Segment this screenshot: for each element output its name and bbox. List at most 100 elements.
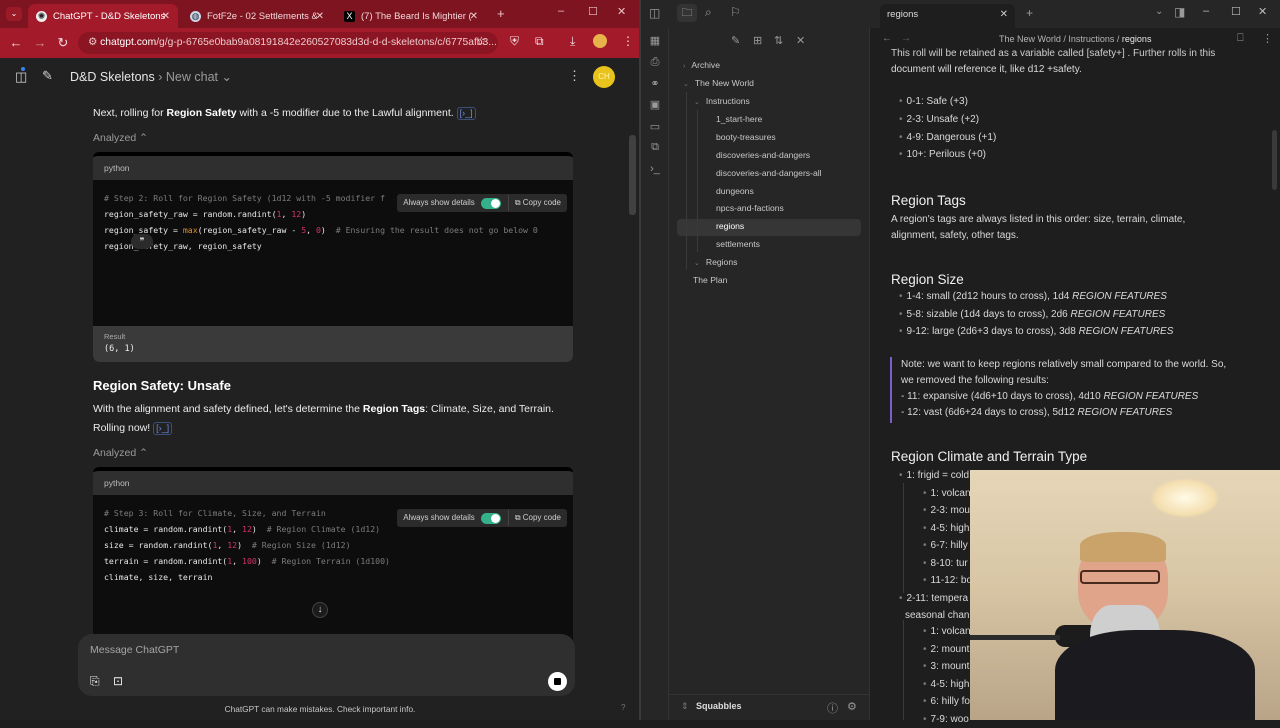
tree-indent-guide xyxy=(686,92,687,270)
tree-folder-instructions[interactable]: ⌄ Instructions xyxy=(694,96,750,106)
tree-file[interactable]: discoveries-and-dangers-all xyxy=(716,168,822,178)
close-window-button[interactable]: ✕ xyxy=(617,5,626,18)
analyzed-toggle[interactable]: Analyzed ⌃ xyxy=(93,132,573,144)
graph-view-icon[interactable]: ⚭ xyxy=(648,77,662,91)
vault-chevrons-icon: ⇕ xyxy=(681,701,689,711)
tree-file[interactable]: discoveries-and-dangers xyxy=(716,150,810,160)
tab-x-twitter[interactable]: X (7) The Beard Is Mightier (@ar ✕ xyxy=(336,4,486,28)
toggle-right-sidebar-icon[interactable]: ◨ xyxy=(1174,5,1185,19)
forward-button[interactable]: → xyxy=(28,35,52,50)
message-composer[interactable]: Message ChatGPT ⎘ ⊡ xyxy=(78,634,575,696)
daily-note-calendar-icon[interactable]: ▭ xyxy=(648,120,662,134)
new-note-icon[interactable]: ✎ xyxy=(731,34,740,47)
new-tab-button[interactable]: + xyxy=(1026,6,1033,20)
mic-boom-arm xyxy=(970,635,1060,640)
tree-folder-regions[interactable]: ⌄ Regions xyxy=(694,257,737,267)
toggle-left-sidebar-icon[interactable]: ◫ xyxy=(649,6,660,20)
profile-avatar[interactable] xyxy=(593,34,607,48)
back-button[interactable]: ← xyxy=(4,35,28,50)
maximize-button[interactable]: ☐ xyxy=(1231,5,1241,18)
scroll-to-bottom-button[interactable]: ↓ xyxy=(312,602,328,618)
bookmark-star-icon[interactable]: ☆ xyxy=(476,34,487,48)
tree-file[interactable]: booty-treasures xyxy=(716,132,776,142)
sort-icon[interactable]: ⇅ xyxy=(774,34,783,47)
tab-regions[interactable]: regions ✕ xyxy=(880,4,1015,28)
more-options-icon[interactable]: ⋮ xyxy=(1262,32,1273,45)
always-show-details-toggle[interactable] xyxy=(480,197,501,209)
tab-fotf2e[interactable]: ◍ FotF2e - 02 Settlements & Citi ✕ xyxy=(182,4,332,28)
close-window-button[interactable]: ✕ xyxy=(1258,5,1267,18)
stop-generating-button[interactable] xyxy=(548,672,567,691)
chat-scrollbar[interactable] xyxy=(629,135,636,215)
tree-folder-archive[interactable]: › Archive xyxy=(683,60,720,70)
x-logo-icon: X xyxy=(344,10,355,22)
tree-file-active[interactable]: regions xyxy=(716,221,744,231)
always-show-details-toggle[interactable] xyxy=(480,512,501,524)
sidebar-toggle-icon[interactable]: ◫ xyxy=(15,69,27,85)
close-tab-icon[interactable]: ✕ xyxy=(1000,4,1008,26)
open-quick-switcher-icon[interactable]: ⎙ xyxy=(648,55,662,69)
tree-file[interactable]: settlements xyxy=(716,239,760,249)
editor-scrollbar[interactable] xyxy=(1272,130,1277,190)
shield-extension-icon[interactable]: ⛨ xyxy=(510,34,519,49)
minimize-button[interactable]: – xyxy=(558,5,564,17)
chat-name[interactable]: New chat xyxy=(166,70,218,84)
list-item: • 1: volcan xyxy=(923,626,971,637)
breadcrumb-item[interactable]: Instructions xyxy=(1068,34,1114,44)
maximize-button[interactable]: ☐ xyxy=(588,5,598,18)
collapse-all-icon[interactable]: ✕ xyxy=(796,34,805,47)
breadcrumb-current[interactable]: regions xyxy=(1122,34,1152,44)
new-chat-icon[interactable]: ✎ xyxy=(42,68,53,84)
new-tab-button[interactable]: + xyxy=(497,6,505,21)
reading-view-book-icon[interactable]: ⎕ xyxy=(1237,32,1244,45)
copy-code-button[interactable]: ⧉ Copy code xyxy=(507,510,561,526)
tab-chatgpt[interactable]: ✺ ChatGPT - D&D Skeletons ✕ xyxy=(28,4,178,28)
doc-text: A region's tags are always listed in thi… xyxy=(891,214,1186,225)
breadcrumb-item[interactable]: The New World xyxy=(999,34,1061,44)
close-tab-icon[interactable]: ✕ xyxy=(470,11,478,22)
site-info-icon[interactable]: ⚙ xyxy=(88,37,100,48)
extensions-puzzle-icon[interactable]: ⧉ xyxy=(535,34,544,49)
settings-gear-icon[interactable]: ⚙ xyxy=(847,700,857,713)
help-button[interactable]: ? xyxy=(621,703,625,712)
analyzed-toggle[interactable]: Analyzed ⌃ xyxy=(93,447,573,459)
tree-folder-the-new-world[interactable]: ⌄ The New World xyxy=(683,78,754,88)
reload-button[interactable]: ↻ xyxy=(51,35,75,51)
view-analysis-icon[interactable]: [›_] xyxy=(153,422,173,435)
command-palette-terminal-icon[interactable]: ›_ xyxy=(648,162,662,176)
canvas-icon[interactable]: ▣ xyxy=(648,98,662,112)
chat-breadcrumb[interactable]: D&D Skeletons › New chat ⌄ xyxy=(70,69,232,84)
bookmarks-icon[interactable]: ⚐ xyxy=(730,5,741,19)
tree-file[interactable]: dungeons xyxy=(716,186,754,196)
tools-briefcase-icon[interactable]: ⊡ xyxy=(113,674,123,688)
quote-button[interactable]: ❞ xyxy=(131,234,153,249)
minimize-button[interactable]: – xyxy=(1203,5,1209,17)
user-avatar[interactable]: CH xyxy=(593,66,615,88)
nav-forward-button[interactable]: → xyxy=(901,33,911,44)
templates-copy-icon[interactable]: ⧉ xyxy=(648,140,662,154)
tree-file[interactable]: 1_start-here xyxy=(716,114,762,124)
nav-back-button[interactable]: ← xyxy=(882,33,892,44)
project-name[interactable]: D&D Skeletons xyxy=(70,70,155,84)
chrome-menu-icon[interactable]: ⋮ xyxy=(622,34,634,48)
view-analysis-icon[interactable]: [›_] xyxy=(456,107,476,120)
tab-search-button[interactable]: ⌄ xyxy=(6,7,22,21)
attach-paperclip-icon[interactable]: ⎘ xyxy=(90,674,100,689)
tree-file[interactable]: npcs-and-factions xyxy=(716,203,784,213)
tree-file[interactable]: The Plan xyxy=(693,275,727,285)
search-icon[interactable]: ⌕ xyxy=(705,5,712,20)
files-folder-icon[interactable]: 🗀 xyxy=(677,4,697,22)
bases-table-icon[interactable]: ▦ xyxy=(648,34,662,48)
close-tab-icon[interactable]: ✕ xyxy=(162,11,170,22)
help-icon[interactable]: ⓘ xyxy=(827,700,838,716)
new-folder-icon[interactable]: ⊞ xyxy=(753,34,762,47)
more-options-icon[interactable]: ⋮ xyxy=(568,68,581,84)
download-icon[interactable]: ⤓ xyxy=(570,34,575,49)
copy-code-button[interactable]: ⧉ Copy code xyxy=(507,195,561,211)
tab-list-chevron-icon[interactable]: ⌄ xyxy=(1155,6,1163,17)
close-tab-icon[interactable]: ✕ xyxy=(316,11,324,22)
url-input[interactable]: ⚙ chatgpt.com/g/g-p-6765e0bab9a08191842e… xyxy=(78,32,498,54)
vault-switcher[interactable]: ⇕ Squabbles ⓘ ⚙ xyxy=(669,694,870,720)
heading-region-tags: Region Tags xyxy=(891,193,966,208)
message-input-placeholder[interactable]: Message ChatGPT xyxy=(90,644,179,656)
